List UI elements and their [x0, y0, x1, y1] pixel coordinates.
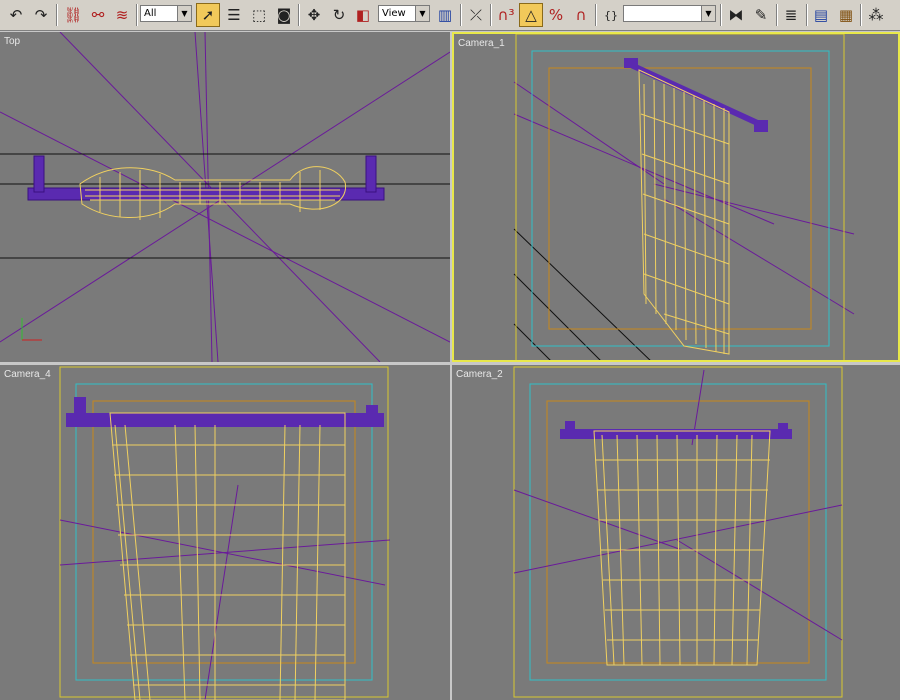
towel-rod	[624, 58, 768, 132]
towel-rod	[560, 421, 792, 439]
spinner-snap-icon[interactable]: ∩	[569, 3, 593, 27]
percent-snap-icon[interactable]: %	[544, 3, 568, 27]
move-icon[interactable]: ✥	[302, 3, 326, 27]
toolbar-separator	[136, 4, 138, 26]
viewport-camera-2[interactable]: Camera_2	[452, 365, 900, 700]
select-object-icon[interactable]: ➚	[196, 3, 220, 27]
top-view-scene	[0, 32, 450, 362]
towel-mesh	[593, 430, 771, 666]
reference-coord-dropdown[interactable]: View ▼	[378, 5, 430, 22]
viewport-camera-4[interactable]: Camera_4	[0, 365, 450, 700]
align-icon[interactable]: ✎	[749, 3, 773, 27]
viewport-camera-1[interactable]: Camera_1	[452, 32, 900, 362]
safe-frame	[531, 50, 830, 347]
towel-mesh	[638, 69, 730, 355]
pivot-center-icon[interactable]: ▥	[433, 3, 457, 27]
toolbar-separator	[490, 4, 492, 26]
window-crossing-icon[interactable]: ◙	[272, 3, 296, 27]
viewport-label: Camera_1	[458, 38, 505, 49]
camera-1-scene	[513, 34, 855, 360]
undo-icon[interactable]: ↶	[4, 3, 28, 27]
toolbar-separator	[860, 4, 862, 26]
named-selection-dropdown[interactable]: ▼	[623, 5, 716, 22]
toolbar-separator	[298, 4, 300, 26]
viewport-label: Camera_4	[4, 369, 51, 380]
viewport-label: Top	[4, 36, 21, 47]
rotate-icon[interactable]: ↻	[327, 3, 351, 27]
scale-icon[interactable]: ◧	[351, 3, 375, 27]
manipulate-icon[interactable]: ⤫	[464, 3, 488, 27]
rectangle-select-icon[interactable]: ⬚	[247, 3, 271, 27]
viewport-top[interactable]: Top	[0, 32, 450, 362]
reference-coord-value: View	[382, 8, 406, 19]
schematic-view-icon[interactable]: ▦	[834, 3, 858, 27]
material-editor-icon[interactable]: ⁂	[864, 3, 888, 27]
toolbar-separator	[776, 4, 778, 26]
mirror-icon[interactable]: ⧓	[724, 3, 748, 27]
camera-2-scene	[513, 366, 843, 698]
snap-3d-icon[interactable]: ∩³	[494, 3, 518, 27]
toolbar-separator	[595, 4, 597, 26]
grid-lines	[513, 228, 651, 360]
toolbar-separator	[806, 4, 808, 26]
redo-icon[interactable]: ↷	[29, 3, 53, 27]
unlink-icon[interactable]: ⚯	[86, 3, 110, 27]
edit-named-selections-icon[interactable]: {}	[599, 3, 623, 27]
viewport-label: Camera_2	[456, 369, 503, 380]
angle-snap-icon[interactable]: △	[519, 3, 543, 27]
bind-space-warp-icon[interactable]: ≋	[110, 3, 134, 27]
layer-manager-icon[interactable]: ≣	[779, 3, 803, 27]
chevron-down-icon: ▼	[415, 6, 429, 21]
camera-frame	[515, 34, 845, 360]
chevron-down-icon: ▼	[177, 6, 191, 21]
selection-filter-value: All	[144, 8, 157, 19]
link-icon[interactable]: ⛓	[61, 3, 85, 27]
select-by-name-icon[interactable]: ☰	[222, 3, 246, 27]
toolbar-separator	[56, 4, 58, 26]
title-safe-frame	[548, 67, 812, 330]
camera-4-scene	[59, 366, 391, 700]
toolbar-separator	[460, 4, 462, 26]
chevron-down-icon: ▼	[701, 6, 715, 21]
main-toolbar: ↶ ↷ ⛓ ⚯ ≋ All ▼ ➚ ☰ ⬚ ◙ ✥ ↻ ◧ View ▼ ▥ ⤫…	[0, 0, 900, 31]
title-safe-frame	[92, 400, 356, 664]
toolbar-separator	[720, 4, 722, 26]
grid-lines	[0, 153, 450, 259]
selection-filter-dropdown[interactable]: All ▼	[140, 5, 192, 22]
camera-lines	[59, 484, 391, 700]
curve-editor-icon[interactable]: ▤	[809, 3, 833, 27]
